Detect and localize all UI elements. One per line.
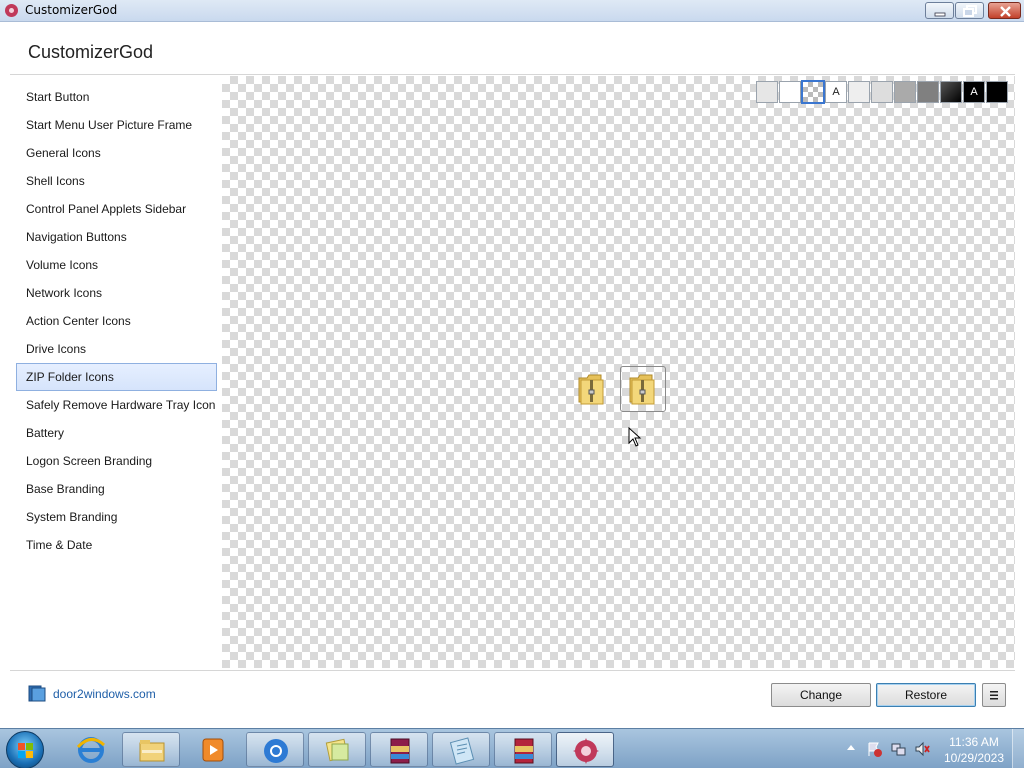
sidebar-item[interactable]: General Icons bbox=[16, 139, 217, 167]
start-button[interactable] bbox=[6, 731, 44, 768]
site-link-text: door2windows.com bbox=[53, 686, 156, 701]
sidebar-item[interactable]: ZIP Folder Icons bbox=[16, 363, 217, 391]
taskbar-app-button[interactable] bbox=[122, 732, 180, 767]
taskbar-clock[interactable]: 11:36 AM 10/29/2023 bbox=[938, 734, 1010, 766]
restore-button[interactable]: Restore bbox=[876, 683, 976, 707]
background-swatch-bar: AA bbox=[756, 80, 1008, 105]
swatch-gray-4[interactable] bbox=[917, 81, 939, 103]
taskbar-app-button[interactable] bbox=[370, 732, 428, 767]
restore-window-button[interactable] bbox=[955, 2, 984, 19]
sidebar-item[interactable]: Start Menu User Picture Frame bbox=[16, 111, 217, 139]
customizergod-app-icon bbox=[5, 4, 18, 17]
taskbar-app-button[interactable] bbox=[494, 732, 552, 767]
show-hidden-icons-icon[interactable] bbox=[846, 743, 856, 751]
taskbar: 11:36 AM 10/29/2023 bbox=[0, 728, 1024, 768]
swatch-text-on-black[interactable]: A bbox=[963, 81, 985, 103]
taskbar-app-button[interactable] bbox=[184, 732, 242, 767]
door2windows-logo-icon bbox=[28, 685, 46, 702]
mouse-cursor-icon bbox=[628, 427, 642, 447]
sidebar-item[interactable]: Start Button bbox=[16, 83, 217, 111]
sidebar-item[interactable]: Control Panel Applets Sidebar bbox=[16, 195, 217, 223]
taskbar-app-button[interactable] bbox=[246, 732, 304, 767]
title-bar: CustomizerGod bbox=[0, 0, 1024, 22]
close-icon bbox=[1000, 6, 1011, 17]
swatch-dark-gradient[interactable] bbox=[940, 81, 962, 103]
file-explorer-icon bbox=[139, 740, 165, 762]
chrome-icon bbox=[264, 739, 288, 763]
taskbar-app-button[interactable] bbox=[62, 732, 120, 767]
taskbar-app-button[interactable] bbox=[556, 732, 614, 767]
swatch-white[interactable] bbox=[779, 81, 801, 103]
notepad-icon bbox=[449, 737, 475, 765]
minimize-button[interactable] bbox=[925, 2, 954, 19]
zip-folder-icon[interactable] bbox=[628, 372, 658, 406]
sidebar-item[interactable]: Safely Remove Hardware Tray Icon bbox=[16, 391, 217, 419]
preview-canvas bbox=[222, 76, 1015, 668]
hamburger-icon bbox=[990, 691, 998, 700]
winrar-archive-icon bbox=[514, 738, 534, 764]
footer-divider bbox=[10, 670, 1015, 671]
sidebar-item[interactable]: System Branding bbox=[16, 503, 217, 531]
window-title: CustomizerGod bbox=[25, 3, 118, 17]
media-player-icon bbox=[202, 738, 224, 762]
taskbar-app-button[interactable] bbox=[308, 732, 366, 767]
taskbar-app-button[interactable] bbox=[432, 732, 490, 767]
sidebar-item[interactable]: Logon Screen Branding bbox=[16, 447, 217, 475]
minimize-icon bbox=[934, 12, 946, 17]
swatch-text: A bbox=[970, 86, 978, 98]
sticky-notes-icon bbox=[325, 738, 349, 762]
swatch-text-on-white[interactable]: A bbox=[825, 81, 847, 103]
sidebar-item[interactable]: Network Icons bbox=[16, 279, 217, 307]
show-desktop-button[interactable] bbox=[1012, 729, 1024, 768]
sidebar-item[interactable]: Navigation Buttons bbox=[16, 223, 217, 251]
customizergod-icon bbox=[573, 738, 599, 764]
sidebar-item[interactable]: Shell Icons bbox=[16, 167, 217, 195]
sidebar-item[interactable]: Action Center Icons bbox=[16, 307, 217, 335]
internet-explorer-icon bbox=[76, 737, 106, 763]
sidebar-item[interactable]: Battery bbox=[16, 419, 217, 447]
action-center-flag-icon[interactable] bbox=[866, 741, 882, 757]
swatch-text: A bbox=[832, 86, 840, 98]
category-sidebar: Start Button Start Menu User Picture Fram… bbox=[16, 83, 217, 559]
clock-time: 11:36 AM bbox=[949, 735, 999, 749]
app-header-title: CustomizerGod bbox=[28, 42, 154, 62]
sidebar-item[interactable]: Base Branding bbox=[16, 475, 217, 503]
menu-button[interactable] bbox=[982, 683, 1006, 707]
swatch-gray-3[interactable] bbox=[894, 81, 916, 103]
restore-window-icon bbox=[963, 5, 977, 17]
header-divider bbox=[10, 74, 1015, 75]
swatch-gray-2[interactable] bbox=[871, 81, 893, 103]
winrar-icon bbox=[390, 738, 410, 764]
zip-folder-icon[interactable] bbox=[577, 372, 607, 406]
change-button[interactable]: Change bbox=[771, 683, 871, 707]
sidebar-item[interactable]: Drive Icons bbox=[16, 335, 217, 363]
clock-date: 10/29/2023 bbox=[943, 751, 1005, 765]
swatch-light-gray[interactable] bbox=[756, 81, 778, 103]
sidebar-item[interactable]: Volume Icons bbox=[16, 251, 217, 279]
swatch-checker[interactable] bbox=[801, 80, 825, 104]
door2windows-link[interactable]: door2windows.com bbox=[28, 684, 156, 703]
network-icon[interactable] bbox=[890, 741, 906, 757]
swatch-gray-1[interactable] bbox=[848, 81, 870, 103]
swatch-black[interactable] bbox=[986, 81, 1008, 103]
volume-muted-icon[interactable] bbox=[914, 741, 930, 757]
windows-logo-icon bbox=[18, 743, 33, 758]
close-button[interactable] bbox=[988, 2, 1021, 19]
sidebar-item[interactable]: Time & Date bbox=[16, 531, 217, 559]
